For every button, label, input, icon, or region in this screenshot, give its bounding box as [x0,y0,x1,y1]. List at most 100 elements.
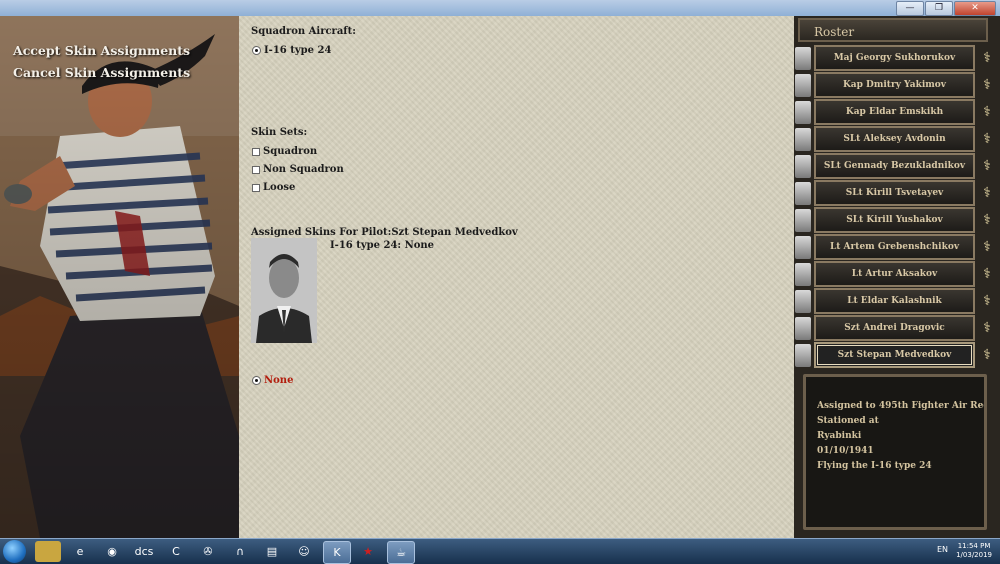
pilot-button[interactable]: Kap Dmitry Yakimov [814,72,975,98]
roster-row: Lt Artem Grebenshchikov ⚕ [794,234,1000,261]
roster-row: SLt Aleksey Avdonin ⚕ [794,126,1000,153]
app-k-icon[interactable]: K [323,541,351,564]
pilot-button[interactable]: Szt Andrei Dragovic [814,315,975,341]
aircraft-option-label: I-16 type 24 [264,45,332,56]
mercedes-icon[interactable]: ✇ [195,541,221,562]
medical-caduceus-icon[interactable]: ⚕ [979,183,995,203]
roster-title: Roster [798,18,988,42]
restore-button[interactable]: ❐ [925,1,953,16]
cancel-skin-assignments-link[interactable]: Cancel Skin Assignments [13,65,190,80]
pilot-button[interactable]: SLt Kirill Yushakov [814,207,975,233]
roster-row: Maj Georgy Sukhorukov ⚕ [794,45,1000,72]
pilot-button[interactable]: SLt Kirill Tsvetayev [814,180,975,206]
headset-icon[interactable]: ∩ [227,541,253,562]
pilot-button[interactable]: Szt Stepan Medvedkov [814,342,975,368]
ie-icon[interactable]: e [67,541,93,562]
medical-caduceus-icon[interactable]: ⚕ [979,48,995,68]
pilot-portrait [251,238,317,343]
pilot-thumbnail[interactable] [795,236,811,259]
roster-row: SLt Kirill Yushakov ⚕ [794,207,1000,234]
skin-option-none[interactable]: None [252,375,293,386]
close-button[interactable]: ✕ [954,1,996,16]
medical-caduceus-icon[interactable]: ⚕ [979,264,995,284]
checkbox[interactable] [252,147,260,156]
pilot-thumbnail[interactable] [795,209,811,232]
skin-assignment-panel: Squadron Aircraft: I-16 type 24 Skin Set… [239,16,794,538]
info-assignment: Assigned to 495th Fighter Air Regiment [817,401,984,411]
medical-caduceus-icon[interactable]: ⚕ [979,75,995,95]
skin-option-none-label: None [264,375,294,386]
window-titlebar: — ❐ ✕ [0,0,1000,16]
skin-set-non-squadron[interactable]: Non Squadron [252,164,344,175]
dcs-icon[interactable]: dcs [131,541,157,562]
roster-row: SLt Gennady Bezukladnikov ⚕ [794,153,1000,180]
roster-row: Kap Dmitry Yakimov ⚕ [794,72,1000,99]
checkbox[interactable] [252,183,260,192]
pilot-info-panel: Assigned to 495th Fighter Air Regiment S… [794,368,1000,538]
left-art-panel: Accept Skin Assignments Cancel Skin Assi… [0,16,239,538]
skin-set-label: Squadron [263,146,318,157]
skin-set-squadron[interactable]: Squadron [252,146,317,157]
clock-date: 1/03/2019 [956,551,992,559]
pilot-button[interactable]: Lt Artur Aksakov [814,261,975,287]
info-stationed-label: Stationed at [817,416,879,426]
windows-taskbar: e ◉ dcs C ✇ ∩ ▤ ☺ K ★ ☕ EN 11:54 PM 1/03… [0,538,1000,564]
radio-selected[interactable] [252,46,261,55]
roster-row: Szt Andrei Dragovic ⚕ [794,315,1000,342]
roster-row: SLt Kirill Tsvetayev ⚕ [794,180,1000,207]
roster-panel: Roster Maj Georgy Sukhorukov ⚕ Kap Dmitry … [794,16,1000,368]
minimize-button[interactable]: — [896,1,924,16]
skin-set-label: Non Squadron [263,164,344,175]
pilot-thumbnail[interactable] [795,128,811,151]
pilot-button[interactable]: SLt Gennady Bezukladnikov [814,153,975,179]
pilot-thumbnail[interactable] [795,155,811,178]
window-controls: — ❐ ✕ [896,1,996,16]
tray-language[interactable]: EN [937,545,948,554]
medical-caduceus-icon[interactable]: ⚕ [979,210,995,230]
start-button[interactable] [3,540,26,563]
pilot-button[interactable]: Kap Eldar Emskikh [814,99,975,125]
medical-caduceus-icon[interactable]: ⚕ [979,237,995,257]
pilot-button[interactable]: Lt Artem Grebenshchikov [814,234,975,260]
taskbar-clock[interactable]: 11:54 PM 1/03/2019 [956,542,992,560]
skin-set-loose[interactable]: Loose [252,182,295,193]
skin-set-label: Loose [263,182,296,193]
pilot-thumbnail[interactable] [795,263,811,286]
medical-caduceus-icon[interactable]: ⚕ [979,129,995,149]
sailor-artwork [0,16,239,538]
pilot-thumbnail[interactable] [795,317,811,340]
red-star-icon[interactable]: ★ [355,541,381,562]
medical-caduceus-icon[interactable]: ⚕ [979,156,995,176]
pilot-thumbnail[interactable] [795,47,811,70]
pilot-button[interactable]: Maj Georgy Sukhorukov [814,45,975,71]
pilot-thumbnail[interactable] [795,290,811,313]
accept-skin-assignments-link[interactable]: Accept Skin Assignments [13,43,190,58]
medical-caduceus-icon[interactable]: ⚕ [979,102,995,122]
java-icon[interactable]: ☕ [387,541,415,564]
pilot-thumbnail[interactable] [795,182,811,205]
app-c-icon[interactable]: C [163,541,189,562]
pilot-portrait-image [251,238,317,343]
chrome-icon[interactable]: ◉ [99,541,125,562]
pilot-thumbnail[interactable] [795,344,811,367]
pilot-button[interactable]: Lt Eldar Kalashnik [814,288,975,314]
explorer-icon[interactable] [35,541,61,562]
medical-caduceus-icon[interactable]: ⚕ [979,318,995,338]
pilot-info-box: Assigned to 495th Fighter Air Regiment S… [803,374,987,530]
pilot-thumbnail[interactable] [795,101,811,124]
info-date: 01/10/1941 [817,446,874,456]
radio-selected[interactable] [252,376,261,385]
pilot-thumbnail[interactable] [795,74,811,97]
roster-row: Lt Eldar Kalashnik ⚕ [794,288,1000,315]
pilot-button[interactable]: SLt Aleksey Avdonin [814,126,975,152]
aircraft-option-i16[interactable]: I-16 type 24 [252,45,331,56]
squadron-aircraft-label: Squadron Aircraft: [251,26,356,37]
discord-icon[interactable]: ☺ [291,541,317,562]
info-location: Ryabinki [817,431,862,441]
medical-caduceus-icon[interactable]: ⚕ [979,345,995,365]
roster-row: Szt Stepan Medvedkov ⚕ [794,342,1000,369]
assigned-skins-label: Assigned Skins For Pilot:Szt Stepan Medv… [251,227,518,238]
checkbox[interactable] [252,165,260,174]
notepad-icon[interactable]: ▤ [259,541,285,562]
medical-caduceus-icon[interactable]: ⚕ [979,291,995,311]
